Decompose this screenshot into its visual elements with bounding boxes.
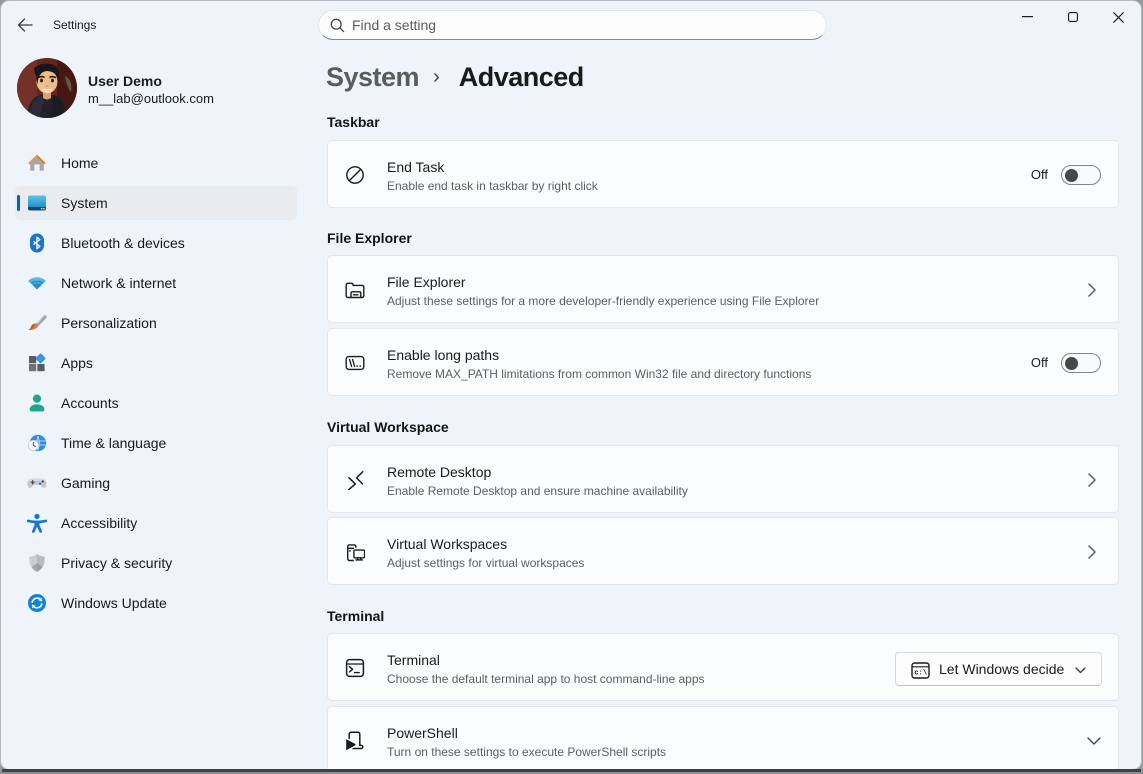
svg-text:c:\: c:\ bbox=[914, 670, 927, 678]
